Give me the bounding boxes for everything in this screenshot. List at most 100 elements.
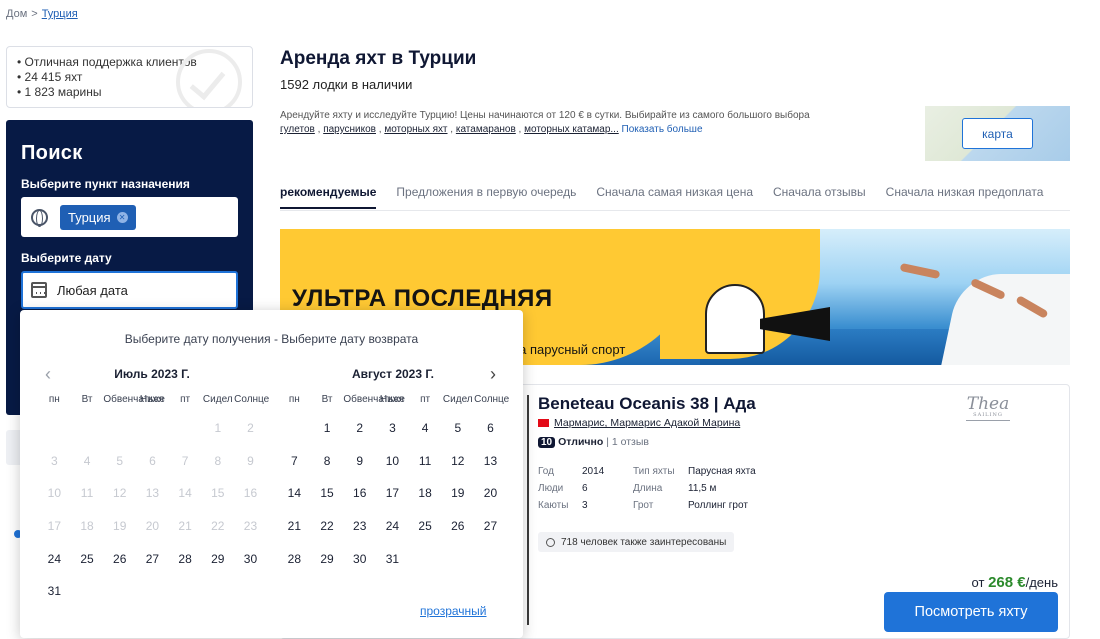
- calendar-day[interactable]: 20: [474, 477, 507, 510]
- spec-row: Год 2014 Тип яхты Парусная яхта: [538, 463, 756, 480]
- alarm-icon: [546, 537, 555, 547]
- calendar-day[interactable]: 19: [441, 477, 474, 510]
- calendar-day[interactable]: 29: [311, 543, 344, 576]
- calendar-day: 18: [80, 519, 94, 534]
- calendar-day[interactable]: 10: [376, 445, 409, 478]
- calendar-day[interactable]: 27: [136, 543, 169, 576]
- tab-priority-offers[interactable]: Предложения в первую очередь: [396, 185, 576, 207]
- calendar-day[interactable]: 18: [409, 477, 442, 510]
- yacht-rating: 10 Отлично | 1 отзыв: [538, 436, 649, 448]
- remove-chip-icon[interactable]: ✕: [116, 211, 128, 223]
- empty-day: [201, 575, 234, 608]
- tab-low-deposit[interactable]: Сначала низкая предоплата: [886, 185, 1044, 207]
- link-sailboats[interactable]: парусников: [323, 124, 376, 135]
- map-preview[interactable]: карта: [925, 106, 1070, 161]
- calendar-day[interactable]: 31: [376, 543, 409, 576]
- tab-lowest-price[interactable]: Сначала самая низкая цена: [596, 185, 753, 207]
- calendar-day[interactable]: 9: [343, 445, 376, 478]
- weekday-label: Солнце: [234, 394, 270, 405]
- calendar-day[interactable]: 28: [169, 543, 202, 576]
- spec-key: Люди: [538, 483, 564, 494]
- calendar-day[interactable]: 3: [376, 412, 409, 445]
- calendar-day[interactable]: 29: [201, 543, 234, 576]
- clear-dates-link[interactable]: прозрачный: [420, 604, 487, 618]
- yacht-name[interactable]: Beneteau Oceanis 38 | Ада: [538, 394, 756, 414]
- spec-value: Роллинг грот: [688, 500, 748, 511]
- empty-day: [103, 575, 136, 608]
- charter-logo: Thea SAILING: [958, 394, 1018, 434]
- calendar-day: 14: [178, 486, 192, 501]
- month-title: Август 2023 Г.: [352, 367, 434, 381]
- link-motor-yachts[interactable]: моторных яхт: [384, 124, 447, 135]
- interest-text: 718 человек также заинтересованы: [561, 536, 727, 548]
- calendar-day[interactable]: 2: [343, 412, 376, 445]
- weekday-label: Солнце: [474, 394, 510, 405]
- calendar-day[interactable]: 16: [343, 477, 376, 510]
- calendar-day[interactable]: 24: [38, 543, 71, 576]
- empty-day: [409, 543, 442, 576]
- calendar-day: 15: [211, 486, 225, 501]
- calendar-day[interactable]: 7: [278, 445, 311, 478]
- destination-field[interactable]: Турция ✕: [21, 197, 238, 237]
- banner-title: УЛЬТРА ПОСЛЕДНЯЯ: [292, 285, 553, 312]
- calendar-day[interactable]: 14: [278, 477, 311, 510]
- calendar-day[interactable]: 8: [311, 445, 344, 478]
- calendar-day[interactable]: 1: [311, 412, 344, 445]
- calendar-day[interactable]: 27: [474, 510, 507, 543]
- spec-key: Длина: [633, 483, 663, 494]
- date-field[interactable]: Любая дата: [21, 271, 238, 309]
- spec-row: Люди 6 Длина 11,5 м: [538, 480, 756, 497]
- show-more-link[interactable]: Показать больше: [622, 124, 703, 135]
- calendar-day: 21: [178, 519, 192, 534]
- calendar-day[interactable]: 26: [441, 510, 474, 543]
- weekday-label: Вт: [81, 394, 93, 405]
- next-month-icon[interactable]: ›: [490, 364, 496, 385]
- yacht-location[interactable]: Мармарис, Мармарис Адакой Марина: [538, 417, 740, 429]
- calendar-day[interactable]: 25: [409, 510, 442, 543]
- spec-row: Каюты 3 Грот Роллинг грот: [538, 497, 756, 514]
- breadcrumb-current[interactable]: Турция: [42, 8, 78, 20]
- calendar-day[interactable]: 23: [343, 510, 376, 543]
- banner-subtitle: на парусный спорт: [512, 342, 626, 357]
- destination-chip-label: Турция: [68, 209, 111, 225]
- calendar-day[interactable]: 21: [278, 510, 311, 543]
- page-title: Аренда яхт в Турции: [280, 48, 477, 69]
- location-link[interactable]: Мармарис, Мармарис Адакой Марина: [554, 417, 740, 429]
- price-suffix: /день: [1025, 575, 1058, 590]
- map-button[interactable]: карта: [962, 118, 1033, 149]
- calendar-day[interactable]: 5: [441, 412, 474, 445]
- tab-reviews-first[interactable]: Сначала отзывы: [773, 185, 866, 207]
- breadcrumb-home[interactable]: Дом: [6, 8, 27, 20]
- weekday-label: пн: [48, 394, 60, 405]
- calendar-day[interactable]: 30: [234, 543, 267, 576]
- calendar-day[interactable]: 24: [376, 510, 409, 543]
- tabs-divider: [280, 210, 1070, 211]
- calendar-day[interactable]: 26: [103, 543, 136, 576]
- link-motor-catamarans[interactable]: моторных катамар...: [524, 124, 619, 135]
- empty-day: [169, 575, 202, 608]
- calendar-day[interactable]: 22: [311, 510, 344, 543]
- calendar-day[interactable]: 13: [474, 445, 507, 478]
- calendar-day[interactable]: 12: [441, 445, 474, 478]
- calendar-day[interactable]: 6: [474, 412, 507, 445]
- calendar-day[interactable]: 31: [38, 575, 71, 608]
- prev-month-icon[interactable]: ‹: [45, 364, 51, 385]
- calendar-day[interactable]: 17: [376, 477, 409, 510]
- calendar-day[interactable]: 4: [409, 412, 442, 445]
- calendar-day[interactable]: 11: [409, 445, 442, 478]
- tab-recommended[interactable]: рекомендуемые: [280, 185, 377, 209]
- yacht-specs: Год 2014 Тип яхты Парусная яхта Люди 6 Длина 1…: [538, 463, 756, 514]
- view-yacht-button[interactable]: Посмотреть яхту: [884, 592, 1058, 632]
- calendar-day: 1: [214, 421, 222, 435]
- link-gulets[interactable]: гулетов: [280, 124, 315, 135]
- calendar-day[interactable]: 28: [278, 543, 311, 576]
- calendar-day: 10: [47, 486, 62, 501]
- calendar-day[interactable]: 30: [343, 543, 376, 576]
- calendar-grid: пн Вт Обвенчаться Ниже пт Сидел Солнце 1 2 3 4 5 6 7 8…: [278, 394, 510, 576]
- destination-chip: Турция ✕: [60, 204, 136, 230]
- link-catamarans[interactable]: катамаранов: [456, 124, 516, 135]
- calendar-day[interactable]: 25: [71, 543, 104, 576]
- weekday-label: пт: [180, 394, 191, 405]
- empty-day: [71, 412, 104, 445]
- calendar-day[interactable]: 15: [311, 477, 344, 510]
